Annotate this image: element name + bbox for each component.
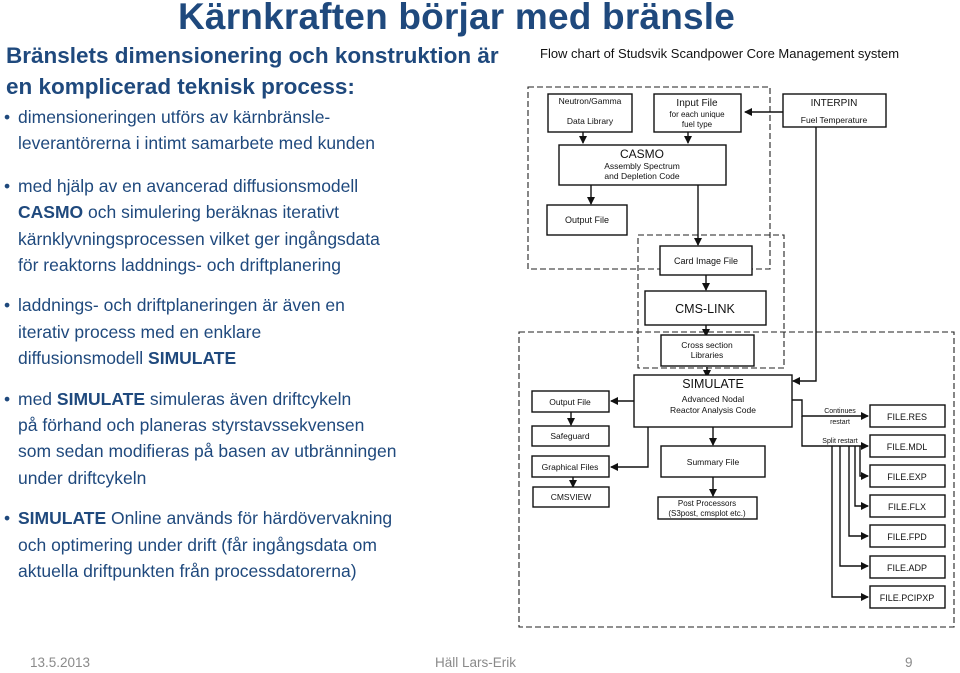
bullet-dot-icon: • xyxy=(4,295,11,316)
subtitle-line-1: Bränslets dimensionering och konstruktio… xyxy=(6,43,499,68)
box-file-res: FILE.RES xyxy=(869,404,946,428)
svg-text:Neutron/Gamma: Neutron/Gamma xyxy=(559,96,622,106)
svg-text:FILE.MDL: FILE.MDL xyxy=(887,442,928,452)
svg-text:INTERPIN: INTERPIN xyxy=(811,98,858,109)
svg-text:and Depletion Code: and Depletion Code xyxy=(604,171,679,181)
bullet-dot-icon: • xyxy=(4,508,11,529)
box-cmsview: CMSVIEW xyxy=(532,486,610,508)
svg-text:FILE.FPD: FILE.FPD xyxy=(887,532,927,542)
label-split-restart: Split restart xyxy=(822,438,857,445)
box-file-adp: FILE.ADP xyxy=(869,555,946,579)
svg-text:Assembly Spectrum: Assembly Spectrum xyxy=(604,161,680,171)
svg-text:for each unique: for each unique xyxy=(669,110,725,119)
box-input-file: Input File for each unique fuel type xyxy=(653,93,742,133)
box-interpin: INTERPIN Fuel Temperature xyxy=(782,93,887,128)
box-safeguard: Safeguard xyxy=(531,425,610,447)
footer-date: 13.5.2013 xyxy=(30,655,91,670)
label-continues: Continues xyxy=(824,408,856,415)
svg-text:CMS-LINK: CMS-LINK xyxy=(675,302,735,316)
subtitle-line-2: en komplicerad teknisk process: xyxy=(6,74,355,99)
svg-text:Advanced Nodal: Advanced Nodal xyxy=(682,394,744,404)
page-number: 9 xyxy=(905,655,913,670)
box-neutron-gamma: Neutron/Gamma Data Library xyxy=(547,93,633,133)
box-file-mdl: FILE.MDL xyxy=(869,434,946,458)
slide-title: Kärnkraften börjar med bränsle xyxy=(178,0,736,37)
bullet-item: • med hjälp av en avancerad diffusionsmod… xyxy=(4,173,514,279)
svg-text:Cross section: Cross section xyxy=(681,340,733,350)
svg-text:CASMO: CASMO xyxy=(620,147,664,161)
box-cms-link: CMS-LINK xyxy=(644,290,767,326)
svg-text:Data Library: Data Library xyxy=(567,116,614,126)
svg-text:(S3post, cmsplot etc.): (S3post, cmsplot etc.) xyxy=(668,509,746,518)
box-file-fpd: FILE.FPD xyxy=(869,524,946,548)
bullet-dot-icon: • xyxy=(4,175,11,196)
footer-author: Häll Lars-Erik xyxy=(435,655,517,670)
svg-text:fuel type: fuel type xyxy=(682,120,713,129)
svg-text:FILE.ADP: FILE.ADP xyxy=(887,563,927,573)
svg-text:Summary File: Summary File xyxy=(687,457,740,467)
box-simulate-output-file: Output File xyxy=(531,390,610,413)
svg-text:FILE.FLX: FILE.FLX xyxy=(888,502,926,512)
svg-text:FILE.RES: FILE.RES xyxy=(887,412,927,422)
box-file-flx: FILE.FLX xyxy=(869,494,946,518)
svg-text:Post Processors: Post Processors xyxy=(678,499,736,508)
svg-text:Input File: Input File xyxy=(676,98,718,109)
bullet-item: • laddnings- och driftplaneringen är även… xyxy=(4,292,514,371)
bullet-item: • SIMULATE Online används för härdövervak… xyxy=(4,505,514,584)
svg-text:Reactor Analysis Code: Reactor Analysis Code xyxy=(670,405,756,415)
box-simulate: SIMULATE Advanced Nodal Reactor Analysis… xyxy=(633,374,793,428)
box-card-image-file: Card Image File xyxy=(659,245,753,276)
box-file-exp: FILE.EXP xyxy=(869,464,946,488)
svg-text:Fuel Temperature: Fuel Temperature xyxy=(801,115,868,125)
svg-text:Card Image File: Card Image File xyxy=(674,256,738,266)
svg-text:SIMULATE: SIMULATE xyxy=(682,377,744,391)
bullet-item: • dimensioneringen utförs av kärnbränsle-… xyxy=(4,104,514,157)
bullet-dot-icon: • xyxy=(4,388,11,409)
svg-text:Graphical Files: Graphical Files xyxy=(542,462,599,472)
svg-text:FILE.PCIPXP: FILE.PCIPXP xyxy=(880,593,935,603)
box-summary-file: Summary File xyxy=(660,445,766,478)
flowchart-title: Flow chart of Studsvik Scandpower Core M… xyxy=(540,46,900,61)
bullet-list: • dimensioneringen utförs av kärnbränsle-… xyxy=(4,104,514,599)
slide-subtitle: Bränslets dimensionering och konstruktio… xyxy=(6,40,499,102)
svg-text:Libraries: Libraries xyxy=(691,350,724,360)
svg-text:Safeguard: Safeguard xyxy=(550,431,589,441)
svg-text:Output File: Output File xyxy=(549,397,591,407)
svg-text:Output File: Output File xyxy=(565,215,609,225)
box-graphical-files: Graphical Files xyxy=(531,455,610,478)
svg-text:CMSVIEW: CMSVIEW xyxy=(551,492,592,502)
box-file-pcipxp: FILE.PCIPXP xyxy=(869,585,946,609)
box-cross-section-libraries: Cross section Libraries xyxy=(660,334,755,367)
box-casmo-output-file: Output File xyxy=(546,204,628,236)
bullet-dot-icon: • xyxy=(4,107,11,127)
box-casmo: CASMO Assembly Spectrum and Depletion Co… xyxy=(558,144,727,186)
box-post-processors: Post Processors (S3post, cmsplot etc.) xyxy=(657,496,758,520)
bullet-item: • med SIMULATE simuleras även driftcykeln… xyxy=(4,386,514,492)
label-restart: restart xyxy=(830,419,850,426)
flowchart: Neutron/Gamma Data Library Input File fo… xyxy=(518,86,955,628)
svg-text:FILE.EXP: FILE.EXP xyxy=(887,472,927,482)
